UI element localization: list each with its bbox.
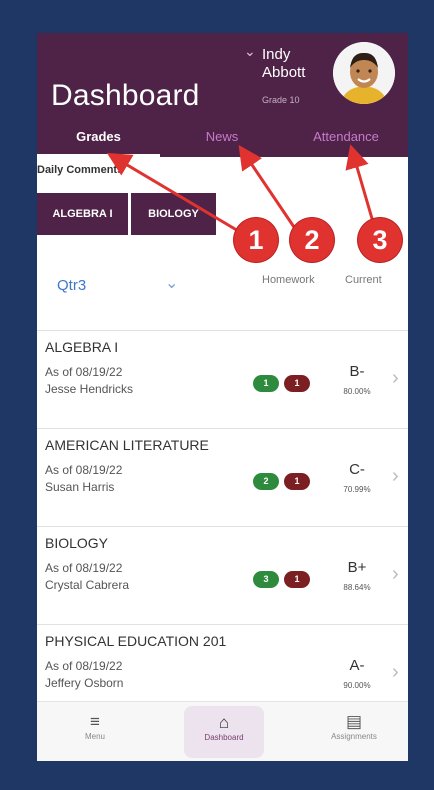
callout-2: 2 <box>290 218 334 262</box>
callout-1: 1 <box>234 218 278 262</box>
callout-3: 3 <box>358 218 402 262</box>
callout-arrow-1 <box>106 152 241 234</box>
callout-arrows <box>106 144 375 234</box>
callout-arrow-3 <box>345 144 375 223</box>
